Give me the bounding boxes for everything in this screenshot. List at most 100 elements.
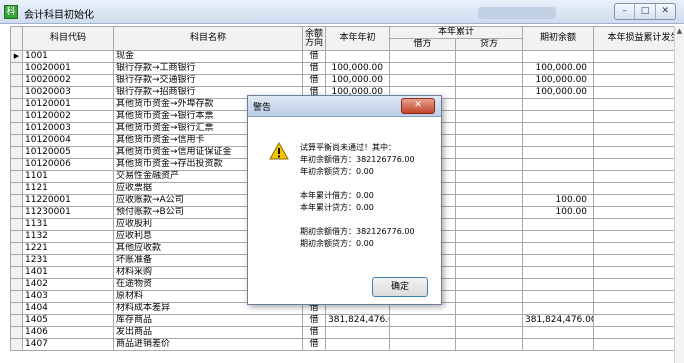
cell-code[interactable]: 11230001 bbox=[22, 206, 114, 219]
header-initial-balance[interactable]: 期初余额 bbox=[522, 26, 595, 51]
ok-button[interactable]: 确定 bbox=[372, 277, 428, 297]
cell-initial[interactable] bbox=[522, 302, 595, 315]
row-indicator[interactable] bbox=[10, 314, 23, 327]
cell-debit[interactable] bbox=[389, 326, 456, 339]
cell-code[interactable]: 1407 bbox=[22, 338, 114, 351]
cell-direction[interactable]: 借 bbox=[302, 314, 326, 327]
cell-pl-accumulated[interactable] bbox=[593, 218, 674, 231]
cell-initial[interactable] bbox=[522, 98, 595, 111]
cell-code[interactable]: 10120005 bbox=[22, 146, 114, 159]
row-indicator[interactable] bbox=[10, 182, 23, 195]
cell-credit[interactable] bbox=[454, 86, 524, 99]
table-row[interactable]: 1405库存商品借381,824,476.00381,824,476.00 bbox=[10, 314, 674, 327]
cell-code[interactable]: 10020001 bbox=[22, 62, 114, 75]
table-row[interactable]: 1407 商品进销差价借 bbox=[10, 338, 674, 351]
header-credit[interactable]: 贷方 bbox=[454, 38, 524, 51]
cell-credit[interactable] bbox=[454, 158, 524, 171]
cell-initial[interactable]: 100,000.00 bbox=[522, 86, 595, 99]
cell-credit[interactable] bbox=[454, 110, 524, 123]
cell-initial[interactable] bbox=[522, 326, 595, 339]
cell-initial[interactable] bbox=[522, 170, 595, 183]
cell-initial[interactable] bbox=[522, 218, 595, 231]
cell-pl-accumulated[interactable] bbox=[593, 134, 674, 147]
cell-direction[interactable]: 借 bbox=[302, 74, 326, 87]
row-indicator[interactable] bbox=[10, 242, 23, 255]
row-indicator[interactable] bbox=[10, 170, 23, 183]
header-balance-direction[interactable]: 余额方向 bbox=[302, 26, 326, 51]
window-close-button[interactable]: ✕ bbox=[654, 4, 675, 19]
header-code[interactable]: 科目代码 bbox=[22, 26, 114, 51]
cell-credit[interactable] bbox=[454, 326, 524, 339]
row-indicator[interactable] bbox=[10, 254, 23, 267]
row-indicator[interactable] bbox=[10, 230, 23, 243]
cell-name[interactable]: 现金 bbox=[113, 50, 303, 63]
cell-initial[interactable] bbox=[522, 182, 595, 195]
cell-code[interactable]: 10120003 bbox=[22, 122, 114, 135]
cell-code[interactable]: 10120004 bbox=[22, 134, 114, 147]
row-indicator[interactable] bbox=[10, 302, 23, 315]
cell-pl-accumulated[interactable] bbox=[593, 266, 674, 279]
cell-pl-accumulated[interactable] bbox=[593, 110, 674, 123]
cell-pl-accumulated[interactable] bbox=[593, 182, 674, 195]
cell-initial[interactable]: 381,824,476.00 bbox=[522, 314, 595, 327]
cell-opening[interactable]: 100,000.00 bbox=[325, 62, 390, 75]
cell-initial[interactable] bbox=[522, 50, 595, 63]
cell-initial[interactable]: 100.00 bbox=[522, 194, 595, 207]
cell-initial[interactable] bbox=[522, 146, 595, 159]
cell-pl-accumulated[interactable] bbox=[593, 50, 674, 63]
cell-pl-accumulated[interactable] bbox=[593, 194, 674, 207]
table-row[interactable]: 10020001 银行存款→工商银行借 100,000.00 100,000.00 bbox=[10, 62, 674, 75]
cell-code[interactable]: 10120001 bbox=[22, 98, 114, 111]
row-indicator[interactable] bbox=[10, 122, 23, 135]
header-pl-accumulated[interactable]: 本年损益累计发生 bbox=[593, 26, 674, 51]
cell-name[interactable]: 银行存款→交通银行 bbox=[113, 74, 303, 87]
cell-initial[interactable]: 100,000.00 bbox=[522, 74, 595, 87]
row-indicator[interactable] bbox=[10, 326, 23, 339]
maximize-button[interactable]: □ bbox=[634, 4, 654, 19]
cell-credit[interactable] bbox=[454, 254, 524, 267]
table-row[interactable]: 10020002 银行存款→交通银行借 100,000.00 100,000.00 bbox=[10, 74, 674, 87]
table-row[interactable]: ▶ 1001 现金借 bbox=[10, 50, 674, 63]
cell-credit[interactable] bbox=[454, 218, 524, 231]
row-indicator[interactable] bbox=[10, 134, 23, 147]
cell-pl-accumulated[interactable] bbox=[593, 254, 674, 267]
cell-credit[interactable] bbox=[454, 146, 524, 159]
cell-debit[interactable] bbox=[389, 74, 456, 87]
cell-code[interactable]: 1221 bbox=[22, 242, 114, 255]
cell-credit[interactable] bbox=[454, 122, 524, 135]
cell-credit[interactable] bbox=[454, 302, 524, 315]
cell-pl-accumulated[interactable] bbox=[593, 302, 674, 315]
cell-credit[interactable] bbox=[454, 170, 524, 183]
cell-credit[interactable] bbox=[454, 338, 524, 351]
cell-pl-accumulated[interactable] bbox=[593, 74, 674, 87]
cell-code[interactable]: 11220001 bbox=[22, 194, 114, 207]
cell-credit[interactable] bbox=[454, 50, 524, 63]
cell-direction[interactable]: 借 bbox=[302, 326, 326, 339]
cell-pl-accumulated[interactable] bbox=[593, 326, 674, 339]
cell-code[interactable]: 10120006 bbox=[22, 158, 114, 171]
cell-initial[interactable]: 100,000.00 bbox=[522, 62, 595, 75]
cell-code[interactable]: 1132 bbox=[22, 230, 114, 243]
cell-credit[interactable] bbox=[454, 314, 524, 327]
cell-credit[interactable] bbox=[454, 242, 524, 255]
cell-initial[interactable] bbox=[522, 290, 595, 303]
cell-code[interactable]: 10020002 bbox=[22, 74, 114, 87]
cell-code[interactable]: 1231 bbox=[22, 254, 114, 267]
row-indicator[interactable] bbox=[10, 290, 23, 303]
cell-pl-accumulated[interactable] bbox=[593, 170, 674, 183]
cell-pl-accumulated[interactable] bbox=[593, 122, 674, 135]
dialog-close-button[interactable]: ✕ bbox=[401, 98, 435, 114]
cell-initial[interactable] bbox=[522, 242, 595, 255]
cell-pl-accumulated[interactable] bbox=[593, 242, 674, 255]
cell-initial[interactable] bbox=[522, 134, 595, 147]
cell-pl-accumulated[interactable] bbox=[593, 290, 674, 303]
cell-pl-accumulated[interactable] bbox=[593, 278, 674, 291]
cell-opening[interactable] bbox=[325, 338, 390, 351]
row-indicator[interactable] bbox=[10, 158, 23, 171]
cell-credit[interactable] bbox=[454, 62, 524, 75]
row-indicator[interactable] bbox=[10, 98, 23, 111]
cell-credit[interactable] bbox=[454, 74, 524, 87]
cell-code[interactable]: 10020003 bbox=[22, 86, 114, 99]
cell-pl-accumulated[interactable] bbox=[593, 314, 674, 327]
cell-code[interactable]: 1406 bbox=[22, 326, 114, 339]
